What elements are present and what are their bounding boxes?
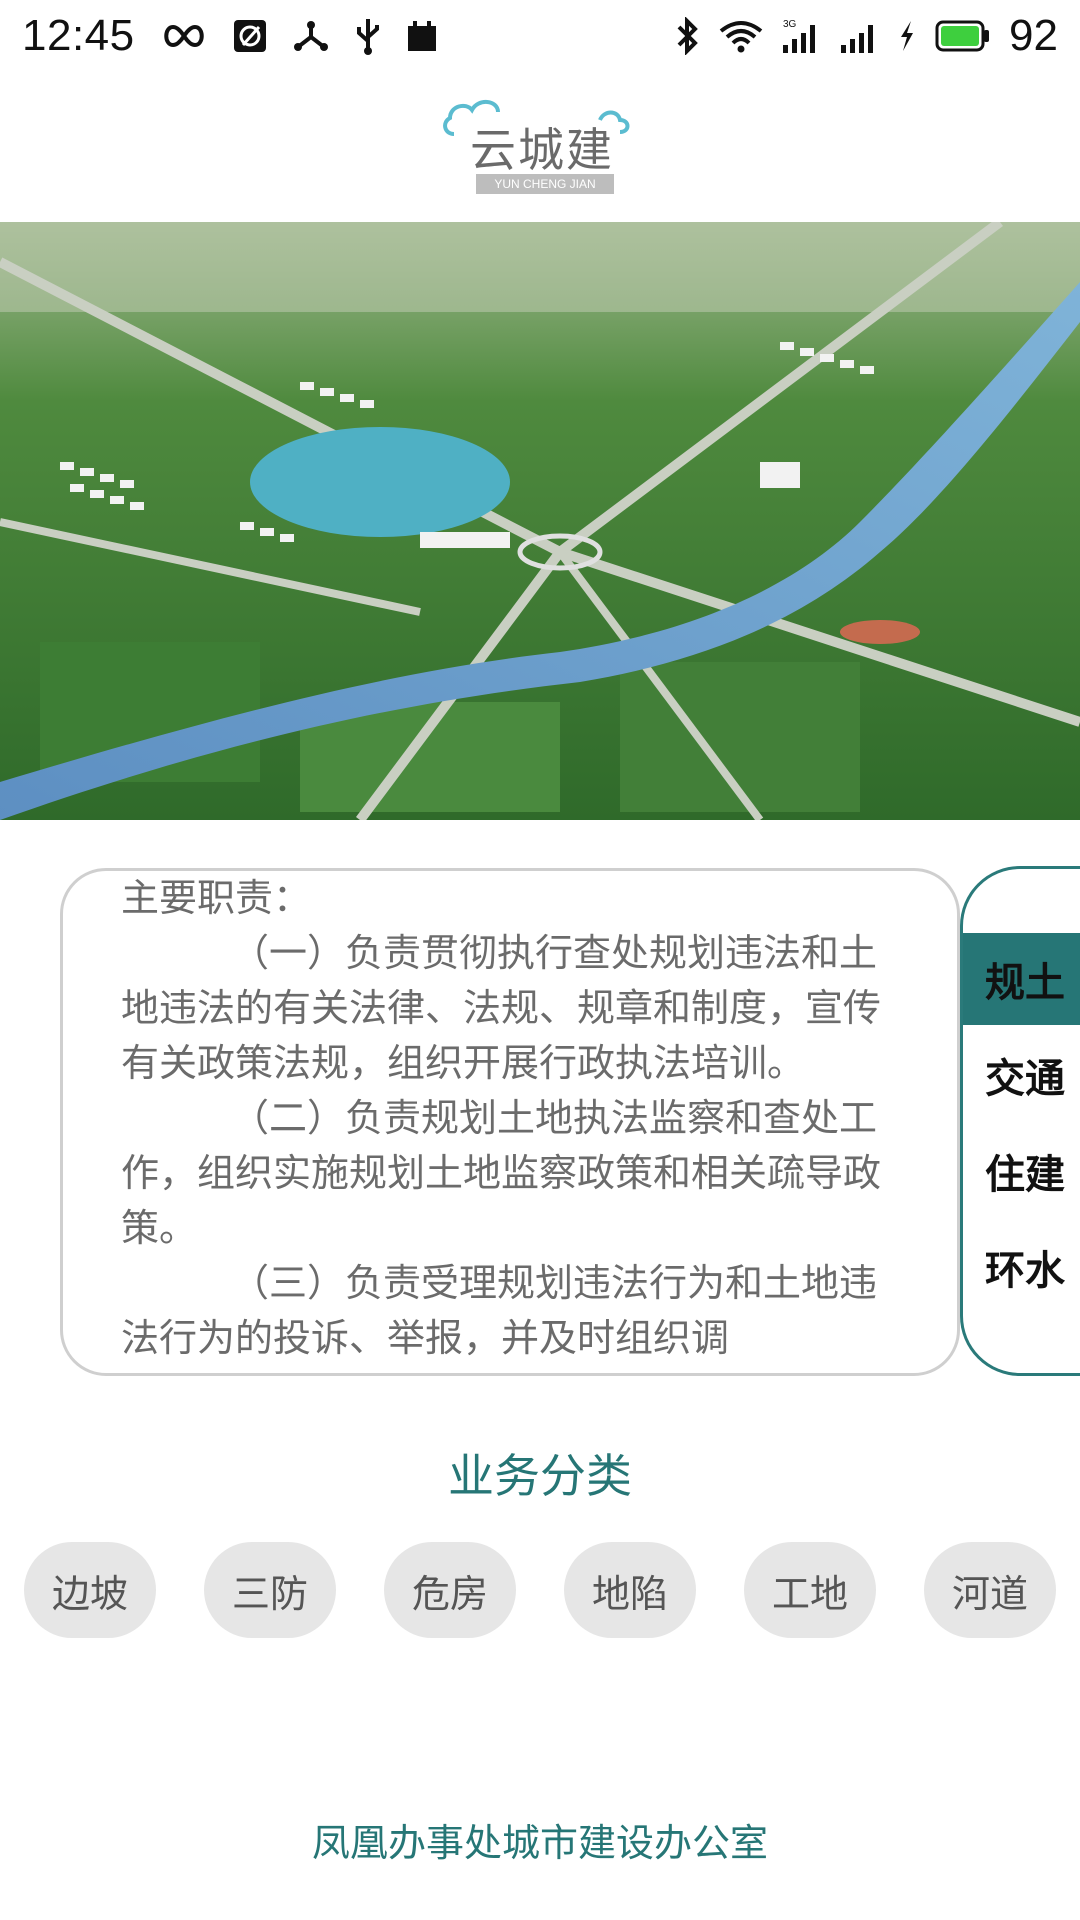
duty-item: （一）负责贯彻执行查处规划违法和土地违法的有关法律、法规、规章和制度，宣传有关政… [121,931,882,1085]
footer-organization: 凤凰办事处城市建设办公室 [311,1821,768,1865]
signal-icon [839,17,879,55]
battery-icon [935,20,991,52]
logo-text: 云城建 [470,123,614,177]
tab-jiaotong[interactable]: 交通 [963,1029,1080,1121]
duty-item: （三）负责受理规划违法行为和土地违法行为的投诉、举报，并及时组织调 [121,1261,878,1360]
app-logo: 云城建 YUN CHENG JIAN [440,90,640,200]
section-title: 业务分类 [448,1449,632,1503]
signal-3g-icon: 3G [781,17,821,55]
category-chip-subsidence[interactable]: 地陷 [564,1542,696,1638]
battery-percentage: 92 [1009,11,1058,60]
wifi-icon [719,19,763,53]
app-notification-icon [233,19,267,53]
department-tabs: 规土 交通 住建 环水 [960,866,1080,1376]
category-chip-river[interactable]: 河道 [924,1542,1056,1638]
share-node-icon [293,19,329,53]
duties-heading: 主要职责： [121,876,312,920]
category-chip-sanfang[interactable]: 三防 [204,1542,336,1638]
tab-zhujian[interactable]: 住建 [963,1125,1080,1217]
tab-guitu[interactable]: 规土 [963,933,1080,1025]
category-chip-slope[interactable]: 边坡 [24,1542,156,1638]
status-bar: 12:45 3G 92 [0,0,1080,72]
banner-carousel[interactable] [0,222,1080,820]
aerial-city-plan-image [0,222,1080,820]
charging-icon [897,19,917,53]
usb-icon [355,17,381,55]
duties-panel[interactable]: 主要职责： （一）负责贯彻执行查处规划违法和土地违法的有关法律、法规、规章和制度… [60,868,960,1376]
duties-text: 主要职责： （一）负责贯彻执行查处规划违法和土地违法的有关法律、法规、规章和制度… [121,871,901,1366]
infinity-icon [161,23,207,49]
category-chip-dangerous-house[interactable]: 危房 [384,1542,516,1638]
tab-huanshui[interactable]: 环水 [963,1221,1080,1313]
duty-item: （二）负责规划土地执法监察和查处工作，组织实施规划土地监察政策和相关疏导政策。 [121,1096,882,1250]
clock: 12:45 [22,11,135,60]
category-list: 边坡 三防 危房 地陷 工地 河道 [24,1542,1064,1638]
bluetooth-icon [675,17,701,55]
calendar-icon [407,20,437,52]
svg-text:3G: 3G [783,19,797,30]
logo-subtext: YUN CHENG JIAN [476,174,614,194]
category-chip-construction-site[interactable]: 工地 [744,1542,876,1638]
